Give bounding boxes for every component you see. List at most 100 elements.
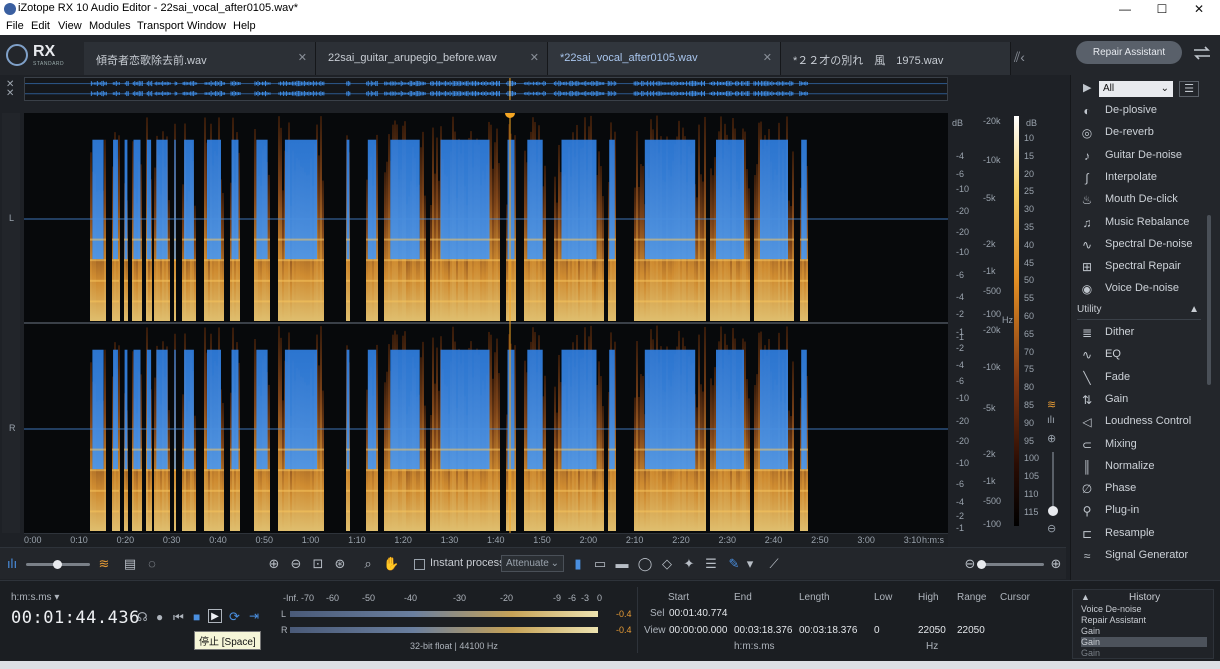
curve-tool-icon[interactable]: ⟋	[766, 556, 782, 572]
collapse-up-icon[interactable]: ▲	[1189, 304, 1199, 315]
record-icon[interactable]: ●	[156, 610, 163, 624]
view-length-value[interactable]: 00:03:18.376	[799, 625, 857, 636]
hand-tool-icon[interactable]: ✋	[383, 556, 399, 572]
time-format-select[interactable]: h:m:s.ms ▾	[11, 592, 59, 603]
tab-file-1[interactable]: 傾奇者恋歌除去前.wav ✕	[84, 42, 316, 75]
module-voice[interactable]: ◉ Voice De-noise	[1077, 279, 1217, 299]
zoom-selection-icon[interactable]: ⊡	[310, 556, 326, 572]
spectrogram-display-icon[interactable]: ≋	[96, 556, 112, 572]
tab-close-icon[interactable]: ✕	[298, 51, 307, 64]
view-start-value[interactable]: 00:00:00.000	[669, 625, 727, 636]
module-normalize[interactable]: ║ Normalize	[1077, 457, 1217, 477]
module-mouth[interactable]: ♨ Mouth De-click	[1077, 190, 1217, 210]
lasso-icon[interactable]: ◯	[637, 556, 653, 572]
brush-icon[interactable]: ◇	[659, 556, 675, 572]
low-value[interactable]: 0	[874, 625, 880, 636]
tool-menu-chevron-icon[interactable]: ▾	[742, 556, 758, 572]
history-item[interactable]: Repair Assistant	[1081, 615, 1146, 625]
collapse-overview-icon[interactable]: ✕ ✕	[6, 80, 20, 99]
time-frequency-selection-icon[interactable]: ▬	[614, 556, 630, 572]
zoom-in-icon[interactable]: ⊕	[266, 556, 282, 572]
utility-section-header[interactable]: Utility ▲	[1077, 304, 1201, 320]
vertical-zoom-knob[interactable]	[1048, 506, 1058, 516]
swap-icon[interactable]	[1190, 41, 1214, 65]
zoom-out-icon[interactable]: ⊖	[288, 556, 304, 572]
module-deplosive[interactable]: ◐ De-plosive	[1077, 101, 1217, 121]
time-selection-icon[interactable]: ▮	[570, 556, 586, 572]
module-spectral-denoise[interactable]: ∿ Spectral De-noise	[1077, 235, 1217, 255]
zoom-out-vertical-icon[interactable]: ⊖	[1047, 522, 1056, 535]
module-loudness[interactable]: ◁ Loudness Control	[1077, 412, 1217, 432]
module-list-menu-icon[interactable]: ☰	[1179, 81, 1199, 97]
view-end-value[interactable]: 00:03:18.376	[734, 625, 792, 636]
module-dereverb[interactable]: ◎ De-reverb	[1077, 123, 1217, 143]
stop-icon[interactable]: ■	[193, 610, 200, 624]
module-signal[interactable]: ≈ Signal Generator	[1077, 546, 1217, 566]
module-resample[interactable]: ⊏ Resample	[1077, 524, 1217, 544]
vertical-zoom-track[interactable]	[1052, 452, 1054, 512]
tab-file-3[interactable]: *22sai_vocal_after0105.wav ✕	[548, 42, 781, 75]
module-dither[interactable]: ≣ Dither	[1077, 323, 1217, 343]
opacity-slider-knob[interactable]	[53, 560, 62, 569]
module-spectral-repair[interactable]: ⊞ Spectral Repair	[1077, 257, 1217, 277]
horizontal-zoom-out-icon[interactable]: ⊖	[962, 556, 978, 572]
instant-process-checkbox[interactable]	[414, 559, 425, 570]
module-rebalance[interactable]: ♫ Music Rebalance	[1077, 213, 1217, 233]
horizontal-zoom-knob[interactable]	[977, 560, 986, 569]
loop-icon[interactable]: ⟳	[229, 609, 240, 625]
spectrogram-view[interactable]	[24, 113, 948, 533]
zoom-tool-icon[interactable]: ⌕	[360, 556, 376, 572]
play-icon[interactable]: ▶	[208, 609, 222, 623]
module-plugin[interactable]: ⚲ Plug-in	[1077, 501, 1217, 521]
file-info-icon[interactable]: ▤	[122, 556, 138, 572]
menu-window[interactable]: Window	[187, 20, 226, 32]
module-phase[interactable]: ∅ Phase	[1077, 479, 1217, 499]
module-guitar[interactable]: ♪ Guitar De-noise	[1077, 146, 1217, 166]
go-to-start-icon[interactable]: ⏮	[173, 610, 184, 625]
range-value[interactable]: 22050	[957, 625, 985, 636]
module-eq[interactable]: ∿ EQ	[1077, 345, 1217, 365]
close-button[interactable]: ✕	[1180, 0, 1218, 18]
zoom-fit-icon[interactable]: ⊛	[332, 556, 348, 572]
frequency-selection-icon[interactable]: ▭	[592, 556, 608, 572]
waveform-toggle-icon[interactable]: ılı	[1047, 415, 1055, 426]
module-fade[interactable]: ╲ Fade	[1077, 368, 1217, 388]
tab-close-icon[interactable]: ✕	[530, 51, 539, 64]
history-item[interactable]: Voice De-noise	[1081, 604, 1142, 614]
spectrogram-settings-icon[interactable]: ≋	[1047, 398, 1056, 411]
high-value[interactable]: 22050	[918, 625, 946, 636]
tab-close-icon[interactable]: ✕	[763, 51, 772, 64]
horizontal-zoom-in-icon[interactable]: ⊕	[1048, 556, 1064, 572]
timeline-ruler[interactable]: 0:00 0:10 0:20 0:30 0:40 0:50 1:00 1:10 1:20 1:30…	[24, 533, 948, 547]
menu-file[interactable]: File	[6, 20, 24, 32]
minimize-button[interactable]: —	[1106, 0, 1144, 18]
maximize-button[interactable]: ☐	[1143, 0, 1181, 18]
menu-edit[interactable]: Edit	[31, 20, 50, 32]
menu-modules[interactable]: Modules	[89, 20, 131, 32]
draw-tool-icon[interactable]: ✎	[726, 556, 742, 572]
playhead-marker[interactable]	[505, 113, 515, 118]
module-interpolate[interactable]: ∫ Interpolate	[1077, 168, 1217, 188]
menu-view[interactable]: View	[58, 20, 82, 32]
instant-process-mode-select[interactable]: Attenuate ⌄	[501, 555, 564, 572]
module-gain[interactable]: ⇅ Gain	[1077, 390, 1217, 410]
play-selection-icon[interactable]: ⇥	[249, 609, 259, 623]
history-item[interactable]: Gain	[1081, 637, 1207, 647]
repair-assistant-button[interactable]: Repair Assistant	[1076, 41, 1182, 64]
collapse-up-icon[interactable]: ▲	[1081, 592, 1090, 602]
horizontal-zoom-track[interactable]	[978, 563, 1044, 566]
module-filter-select[interactable]: All ⌄	[1099, 81, 1173, 97]
menu-transport[interactable]: Transport	[137, 20, 184, 32]
module-scrollbar[interactable]	[1207, 215, 1211, 385]
tab-overflow-icon[interactable]: ⫽‹	[1014, 49, 1025, 66]
zoom-in-vertical-icon[interactable]: ⊕	[1047, 432, 1056, 445]
harmonic-select-icon[interactable]: ☰	[703, 556, 719, 572]
tab-file-4[interactable]: *２２才の別れ 風 1975.wav	[781, 42, 1011, 75]
magic-wand-icon[interactable]: ✦	[681, 556, 697, 572]
markers-icon[interactable]: ◌	[144, 556, 160, 572]
menu-help[interactable]: Help	[233, 20, 256, 32]
history-item[interactable]: Gain	[1081, 626, 1100, 636]
history-item[interactable]: Gain	[1081, 648, 1100, 658]
waveform-display-icon[interactable]: ılı	[4, 556, 20, 572]
headphones-icon[interactable]: ☊	[137, 610, 148, 624]
